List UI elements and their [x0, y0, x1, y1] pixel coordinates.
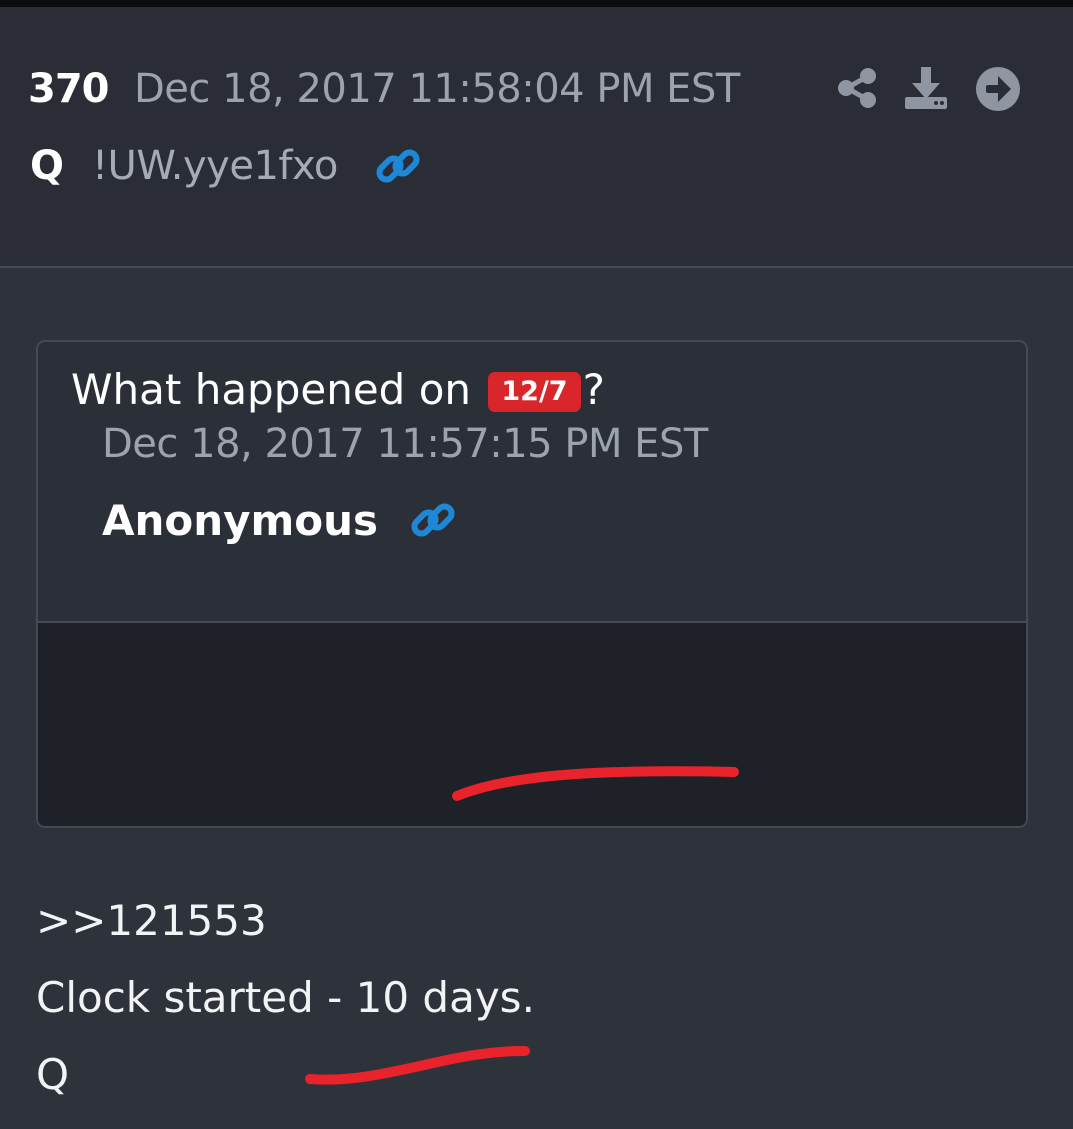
arrow-right-circle-icon[interactable] — [975, 66, 1021, 112]
header-divider — [0, 266, 1073, 268]
post-page: 370 Dec 18, 2017 11:58:04 PM EST Q !UW.y… — [0, 0, 1073, 1129]
quoted-post-body — [38, 623, 1026, 826]
reply-signature: Q — [36, 1050, 70, 1099]
post-header — [0, 7, 1073, 266]
quoted-post-author: Anonymous — [102, 496, 379, 545]
reply-reference-link[interactable]: >>121553 — [36, 897, 267, 945]
annotation-underline — [305, 1045, 530, 1085]
quoted-post-text-end: ? — [582, 365, 605, 414]
post-author-name: Q — [30, 143, 65, 189]
post-number[interactable]: 370 — [28, 66, 109, 112]
reply-text: Clock started - 10 days. — [36, 973, 535, 1022]
download-icon[interactable] — [902, 64, 950, 112]
quoted-post-text: What happened on 12/7? — [71, 366, 605, 414]
link-icon[interactable] — [408, 498, 458, 542]
date-badge[interactable]: 12/7 — [488, 372, 581, 412]
share-icon[interactable] — [835, 66, 879, 110]
quoted-post-text-start: What happened on — [71, 365, 472, 414]
post-timestamp: Dec 18, 2017 11:58:04 PM EST — [134, 66, 740, 112]
link-icon[interactable] — [373, 144, 423, 188]
top-bar — [0, 0, 1073, 7]
post-tripcode: !UW.yye1fxo — [92, 143, 338, 189]
quoted-post-timestamp: Dec 18, 2017 11:57:15 PM EST — [102, 421, 708, 467]
